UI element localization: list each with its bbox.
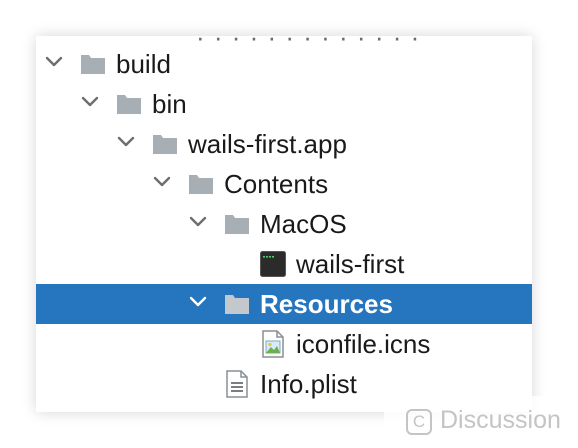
chevron-down-icon[interactable] (152, 172, 172, 192)
folder-icon (224, 212, 250, 236)
tree-row-wails-first-app[interactable]: wails-first.app (36, 124, 532, 164)
tree-row-label: wails-first (296, 249, 405, 279)
image-file-icon (262, 330, 288, 358)
tree-row-label: Resources (260, 289, 393, 319)
tree-row-label: wails-first.app (188, 129, 347, 159)
plist-file-icon (226, 370, 252, 398)
project-tree-panel: · · · · · · · · · · · · · build bin wail… (36, 36, 532, 412)
chevron-down-icon[interactable] (188, 212, 208, 232)
tree-row-contents[interactable]: Contents (36, 164, 532, 204)
tree-row-resources[interactable]: Resources (36, 284, 532, 324)
tree-row-iconfile-icns[interactable]: iconfile.icns (36, 324, 532, 364)
tree-row-label: build (116, 49, 171, 79)
discussion-watermark: C Discussion (384, 396, 578, 448)
terminal-executable-icon (260, 251, 286, 277)
tree-row-label: iconfile.icns (296, 329, 431, 359)
tree-row-label: MacOS (260, 209, 347, 239)
tree-row-label: Contents (224, 169, 329, 199)
discussion-logo-icon: C (406, 409, 432, 435)
chevron-down-icon[interactable] (44, 52, 64, 72)
watermark-text: Discussion (440, 406, 561, 434)
tree-row-label: bin (152, 89, 187, 119)
folder-icon (152, 132, 178, 156)
tree-row-macos[interactable]: MacOS (36, 204, 532, 244)
chevron-down-icon[interactable] (116, 132, 136, 152)
screenshot-stage: · · · · · · · · · · · · · build bin wail… (0, 0, 578, 448)
folder-icon (224, 292, 250, 316)
chevron-down-icon[interactable] (188, 292, 208, 312)
tree-row-bin[interactable]: bin (36, 84, 532, 124)
chevron-down-icon[interactable] (80, 92, 100, 112)
folder-icon (188, 172, 214, 196)
tree-row-build[interactable]: build (36, 44, 532, 84)
folder-icon (116, 92, 142, 116)
folder-icon (80, 52, 106, 76)
tree-row-label: Info.plist (260, 369, 357, 399)
tree-row-wails-first[interactable]: wails-first (36, 244, 532, 284)
